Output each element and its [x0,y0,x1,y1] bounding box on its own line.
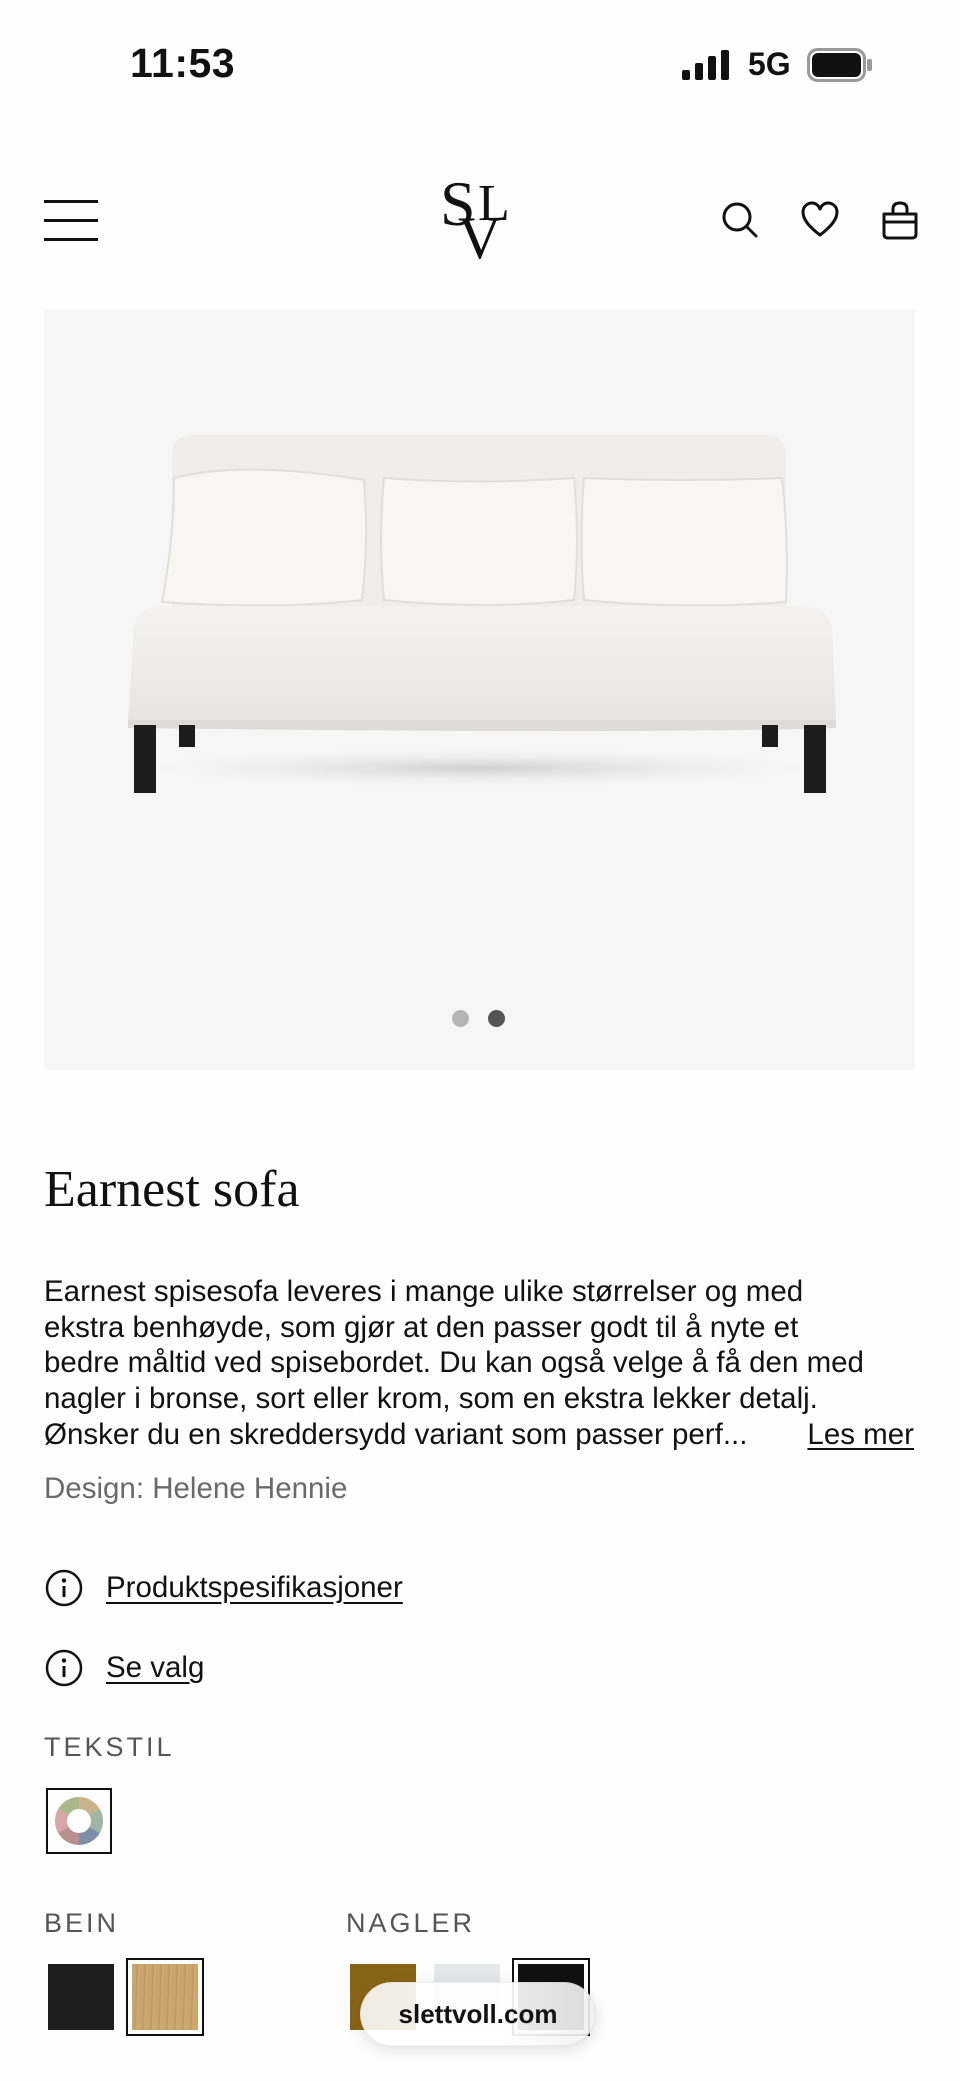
legs-label: BEIN [44,1908,120,1938]
nails-label: NAGLER [346,1908,476,1938]
product-title: Earnest sofa [44,1161,300,1218]
product-specs-link[interactable]: Produktspesifikasjoner [44,1566,403,1610]
carousel-dot-2[interactable] [488,1010,505,1027]
leg-swatch-black[interactable] [48,1964,114,2030]
info-icon [45,1569,83,1607]
leg-swatch-oak[interactable] [126,1958,204,2036]
network-type: 5G [748,46,791,82]
see-options-link[interactable]: Se valg [44,1646,204,1690]
heart-icon[interactable] [800,200,840,240]
battery-icon [807,48,872,82]
browser-url-bar[interactable]: slettvoll.com [360,1982,596,2046]
search-icon[interactable] [720,200,760,240]
bag-icon[interactable] [880,200,920,240]
textile-swatch[interactable] [46,1788,112,1854]
sofa-illustration [99,435,859,793]
brand-logo[interactable]: SLV [440,172,514,269]
menu-button[interactable] [44,200,100,242]
description-line: bedre måltid ved spisebordet. Du kan ogs… [44,1346,864,1380]
status-time: 11:53 [130,40,236,86]
description-line: ekstra benhøyde, som gjør at den passer … [44,1310,799,1344]
product-description: Earnest spisesofa leveres i mange ulike … [44,1274,924,1453]
color-wheel-icon [54,1797,104,1845]
description-line: Earnest spisesofa leveres i mange ulike … [44,1275,804,1308]
signal-icon [682,50,729,80]
read-more: Les mer [803,1416,914,1453]
read-more-link[interactable]: Les mer [807,1418,914,1451]
designer-credit: Design: Helene Hennie [44,1472,348,1505]
info-icon [45,1649,83,1687]
product-specs-label: Produktspesifikasjoner [106,1571,403,1604]
textile-label: TEKSTIL [44,1732,175,1762]
url-text: slettvoll.com [398,1998,558,2029]
product-image[interactable] [44,310,915,1070]
carousel-dot-1[interactable] [452,1010,469,1027]
carousel-dots [452,1010,512,1030]
see-options-label: Se valg [106,1651,205,1684]
description-line: nagler i bronse, sort eller krom, som en… [44,1382,818,1416]
description-line: Ønsker du en skreddersydd variant som pa… [44,1417,748,1451]
